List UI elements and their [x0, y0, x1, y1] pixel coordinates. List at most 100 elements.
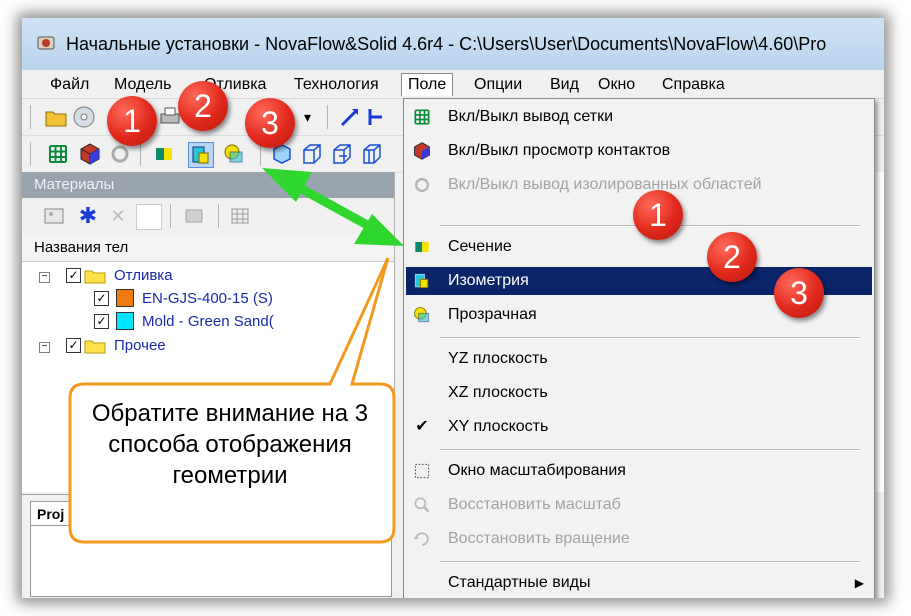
grid-icon[interactable]: [46, 142, 70, 166]
menu-separator: [440, 561, 860, 563]
asterisk-icon[interactable]: ✱: [76, 204, 100, 228]
tree-item-other[interactable]: Прочее: [114, 335, 166, 357]
menu-item-label: Вкл/Выкл просмотр контактов: [448, 142, 671, 159]
menu-item-label: Восстановить вращение: [448, 530, 630, 547]
title-bar[interactable]: Начальные установки - NovaFlow&Solid 4.6…: [22, 18, 884, 71]
view-cube-yz-icon[interactable]: [300, 142, 324, 166]
align-tool-icon[interactable]: [364, 105, 388, 129]
menu-separator: [440, 337, 860, 339]
menu-technology[interactable]: Технология: [288, 74, 385, 96]
bodies-column-header[interactable]: Названия тел: [22, 234, 394, 262]
menu-item-toggle-isolated[interactable]: Вкл/Выкл вывод изолированных областей: [406, 171, 872, 199]
menu-item-label: Сечение: [448, 238, 512, 255]
menu-item-toggle-grid[interactable]: Вкл/Выкл вывод сетки: [406, 103, 872, 131]
project-content: [30, 525, 392, 597]
folder-icon: [84, 340, 106, 354]
view-cube-xz-icon[interactable]: [330, 142, 354, 166]
menu-separator: [440, 449, 860, 451]
image-icon[interactable]: [42, 204, 66, 228]
menu-item-label: Вкл/Выкл вывод сетки: [448, 108, 614, 125]
menu-item-label: Изометрия: [448, 272, 529, 289]
transparent-icon: [414, 307, 430, 323]
toolbar-separator: [170, 204, 171, 228]
tree-checkbox[interactable]: ✓: [66, 338, 81, 353]
view-cube-xy-icon[interactable]: [360, 142, 384, 166]
dropdown-arrow-icon[interactable]: ▾: [304, 105, 328, 129]
materials-toolbar: ✱ ✕: [22, 198, 394, 235]
badge-2-toolbar: 2: [178, 81, 228, 131]
checkmark-icon: ✔: [415, 418, 429, 435]
toolbar-grip: [30, 105, 31, 129]
menu-item-section[interactable]: Сечение: [406, 233, 872, 261]
tree-item-material[interactable]: EN-GJS-400-15 (S): [142, 288, 273, 310]
menu-item-label: XZ плоскость: [448, 384, 548, 401]
tree-item-mold[interactable]: Mold - Green Sand(: [142, 311, 274, 333]
transparent-icon[interactable]: [222, 142, 246, 166]
zoom-restore-icon: [414, 497, 430, 513]
section-icon[interactable]: [152, 142, 176, 166]
grid-icon: [414, 109, 430, 125]
badge-1-menu: 1: [633, 190, 683, 240]
blank-swatch[interactable]: [136, 204, 162, 230]
app-icon: [37, 36, 55, 50]
open-folder-icon[interactable]: [44, 105, 68, 129]
tree-checkbox[interactable]: ✓: [66, 268, 81, 283]
folder-icon: [84, 270, 106, 284]
menu-window[interactable]: Окно: [592, 74, 641, 96]
material-color-swatch: [116, 289, 134, 307]
badge-1-toolbar: 1: [107, 96, 157, 146]
menu-item-label: Окно масштабирования: [448, 462, 626, 479]
toolbar-separator: [140, 142, 141, 166]
tab-project[interactable]: Proj: [30, 501, 70, 525]
menu-item-label: YZ плоскость: [448, 350, 548, 367]
menu-item-label: Восстановить масштаб: [448, 496, 621, 513]
menu-file[interactable]: Файл: [44, 74, 95, 96]
tree-collapse-icon[interactable]: −: [39, 342, 50, 353]
window-title: Начальные установки - NovaFlow&Solid 4.6…: [66, 34, 827, 54]
menu-help[interactable]: Справка: [656, 74, 731, 96]
disc-icon[interactable]: [72, 105, 96, 129]
menu-field[interactable]: Поле: [401, 73, 454, 96]
menu-item-xy-plane[interactable]: ✔ XY плоскость: [406, 413, 872, 441]
menu-item-yz-plane[interactable]: YZ плоскость: [406, 345, 872, 373]
menu-item-restore-zoom[interactable]: Восстановить масштаб: [406, 491, 872, 519]
submenu-arrow-icon: ▶: [854, 576, 864, 590]
toolbar-separator: [218, 204, 219, 228]
tree-collapse-icon[interactable]: −: [39, 272, 50, 283]
isolated-rings-icon: [414, 177, 430, 193]
contacts-cube-icon[interactable]: [78, 142, 102, 166]
isometry-icon: [414, 273, 429, 289]
field-menu-dropdown: Вкл/Выкл вывод сетки Вкл/Выкл просмотр к…: [403, 98, 875, 598]
delete-icon[interactable]: ✕: [106, 204, 130, 228]
line-tool-icon[interactable]: [338, 105, 362, 129]
material-color-swatch: [116, 312, 134, 330]
badge-3-menu: 3: [774, 268, 824, 318]
menu-model[interactable]: Модель: [108, 74, 177, 96]
section-icon: [415, 242, 429, 252]
tree-item-casting[interactable]: Отливка: [114, 265, 173, 287]
toolbar-separator: [327, 105, 328, 129]
menu-bar: Файл Модель Отливка Технология Поле Опци…: [22, 70, 884, 99]
menu-item-standard-views[interactable]: Стандартные виды ▶: [406, 569, 872, 597]
menu-item-zoom-window[interactable]: Окно масштабирования: [406, 457, 872, 485]
zoom-window-icon: [414, 463, 430, 479]
menu-item-xz-plane[interactable]: XZ плоскость: [406, 379, 872, 407]
menu-view[interactable]: Вид: [544, 74, 585, 96]
menu-item-label: XY плоскость: [448, 418, 549, 435]
menu-item-toggle-contacts[interactable]: Вкл/Выкл просмотр контактов: [406, 137, 872, 165]
menu-item-restore-rotation[interactable]: Восстановить вращение: [406, 525, 872, 553]
project-panel: Proj: [22, 494, 394, 598]
menu-item-label: Стандартные виды: [448, 574, 591, 591]
badge-2-menu: 2: [707, 232, 757, 282]
tree-checkbox[interactable]: ✓: [94, 314, 109, 329]
table-grid-icon[interactable]: [228, 204, 252, 228]
layers-icon[interactable]: [182, 204, 206, 228]
menu-item-label: Вкл/Выкл вывод изолированных областей: [448, 176, 762, 193]
materials-header: Материалы: [22, 172, 394, 198]
badge-3-toolbar: 3: [245, 98, 295, 148]
menu-item-label: Прозрачная: [448, 306, 537, 323]
isometry-icon[interactable]: [188, 142, 214, 168]
tree-checkbox[interactable]: ✓: [94, 291, 109, 306]
menu-options[interactable]: Опции: [468, 74, 528, 96]
contacts-cube-icon: [414, 142, 430, 160]
